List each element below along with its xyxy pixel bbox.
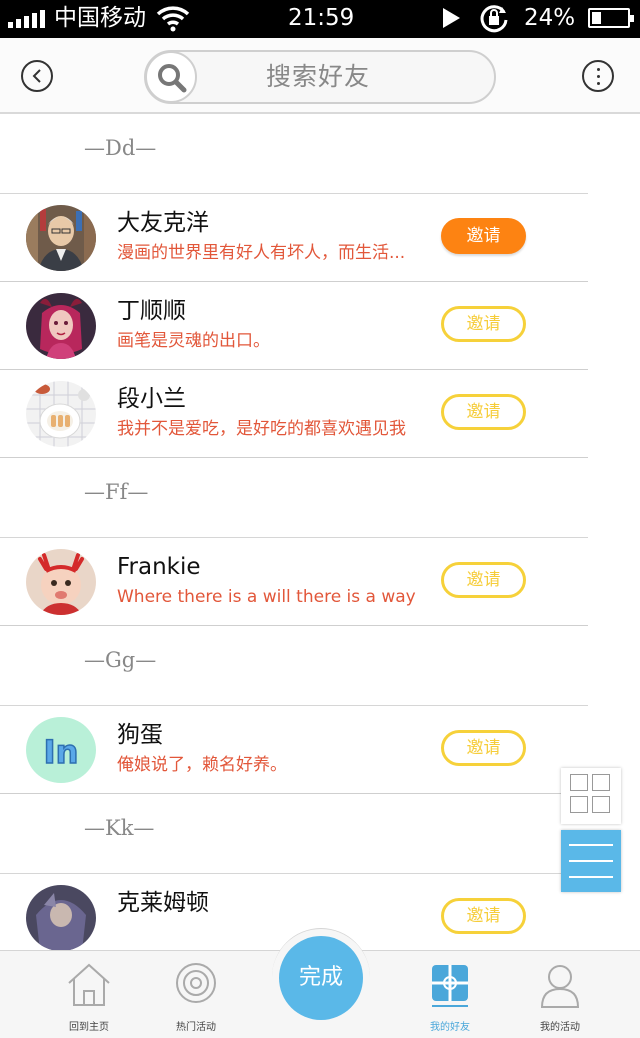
invite-button[interactable]: 邀请 — [441, 898, 526, 934]
more-options-button[interactable] — [582, 60, 614, 92]
friend-row[interactable]: In 狗蛋 俺娘说了，赖名好养。 邀请 — [0, 706, 588, 794]
nav-friends[interactable]: 我的好友 — [405, 961, 495, 1033]
nav-friends-label: 我的好友 — [430, 1022, 470, 1033]
avatar — [26, 205, 96, 271]
status-bar: 中国移动 21:59 24% — [0, 0, 640, 38]
friend-row[interactable]: 大友克洋 漫画的世界里有好人有坏人，而生活... 邀请 — [0, 194, 588, 282]
friend-bio: 漫画的世界里有好人有坏人，而生活... — [117, 243, 406, 263]
target-icon — [176, 963, 216, 1003]
back-button[interactable] — [21, 60, 53, 92]
rotation-lock-icon — [478, 3, 510, 37]
friend-name: 大友克洋 — [117, 210, 209, 236]
search-icon — [145, 51, 197, 103]
battery-icon — [588, 8, 634, 28]
friends-icon — [432, 965, 468, 1007]
friend-bio: 俺娘说了，赖名好养。 — [117, 755, 287, 775]
avatar — [26, 381, 96, 447]
section-header-g: —Gg— — [0, 626, 588, 706]
friend-name: 狗蛋 — [117, 722, 163, 748]
carrier-name: 中国移动 — [54, 5, 146, 31]
invite-button[interactable]: 邀请 — [441, 306, 526, 342]
section-header-f: —Ff— — [0, 458, 588, 538]
wifi-icon — [156, 4, 190, 36]
signal-icon — [8, 10, 45, 28]
avatar: In — [26, 717, 96, 783]
invite-button[interactable]: 邀请 — [441, 394, 526, 430]
play-icon — [440, 7, 462, 33]
avatar — [26, 293, 96, 359]
friend-name: 段小兰 — [117, 386, 186, 412]
status-time: 21:59 — [288, 5, 355, 31]
top-bar: 搜索好友 — [0, 38, 640, 114]
done-button[interactable]: 完成 — [279, 936, 363, 1020]
nav-hot-label: 热门活动 — [176, 1022, 216, 1033]
invite-button[interactable]: 邀请 — [441, 562, 526, 598]
section-header-d: —Dd— — [0, 114, 588, 194]
friend-name: 丁顺顺 — [117, 298, 186, 324]
nav-hot[interactable]: 热门活动 — [151, 961, 241, 1033]
battery-percent: 24% — [524, 5, 576, 31]
friend-row[interactable]: 丁顺顺 画笔是灵魂的出口。 邀请 — [0, 282, 588, 370]
friend-list[interactable]: —Dd— 大友克洋 漫画的世界里有好人有坏人，而生活... 邀请 丁顺顺 画笔是… — [0, 114, 640, 950]
search-placeholder: 搜索好友 — [266, 62, 371, 91]
avatar-text: In — [44, 733, 79, 771]
friend-bio: Where there is a will there is a way — [117, 587, 416, 607]
home-icon — [68, 963, 110, 1006]
friend-row[interactable]: Frankie Where there is a will there is a… — [0, 538, 588, 626]
friend-name: Frankie — [117, 554, 201, 580]
nav-home[interactable]: 回到主页 — [44, 961, 134, 1033]
friend-name: 克莱姆顿 — [117, 890, 209, 916]
invite-button[interactable]: 邀请 — [441, 218, 526, 254]
friend-row[interactable]: 段小兰 我并不是爱吃，是好吃的都喜欢遇见我 邀请 — [0, 370, 588, 458]
friend-bio: 我并不是爱吃，是好吃的都喜欢遇见我 — [117, 419, 406, 439]
friend-bio: 画笔是灵魂的出口。 — [117, 331, 270, 351]
section-header-k: —Kk— — [0, 794, 588, 874]
grid-view-button[interactable] — [561, 768, 621, 824]
nav-mine-label: 我的活动 — [540, 1022, 580, 1033]
invite-button[interactable]: 邀请 — [441, 730, 526, 766]
chevron-left-icon — [32, 69, 41, 83]
nav-mine[interactable]: 我的活动 — [515, 961, 605, 1033]
search-input[interactable]: 搜索好友 — [144, 50, 496, 104]
avatar — [26, 549, 96, 615]
nav-home-label: 回到主页 — [69, 1022, 109, 1033]
user-icon — [540, 965, 580, 1008]
avatar — [26, 885, 96, 950]
list-view-button[interactable] — [561, 830, 621, 892]
